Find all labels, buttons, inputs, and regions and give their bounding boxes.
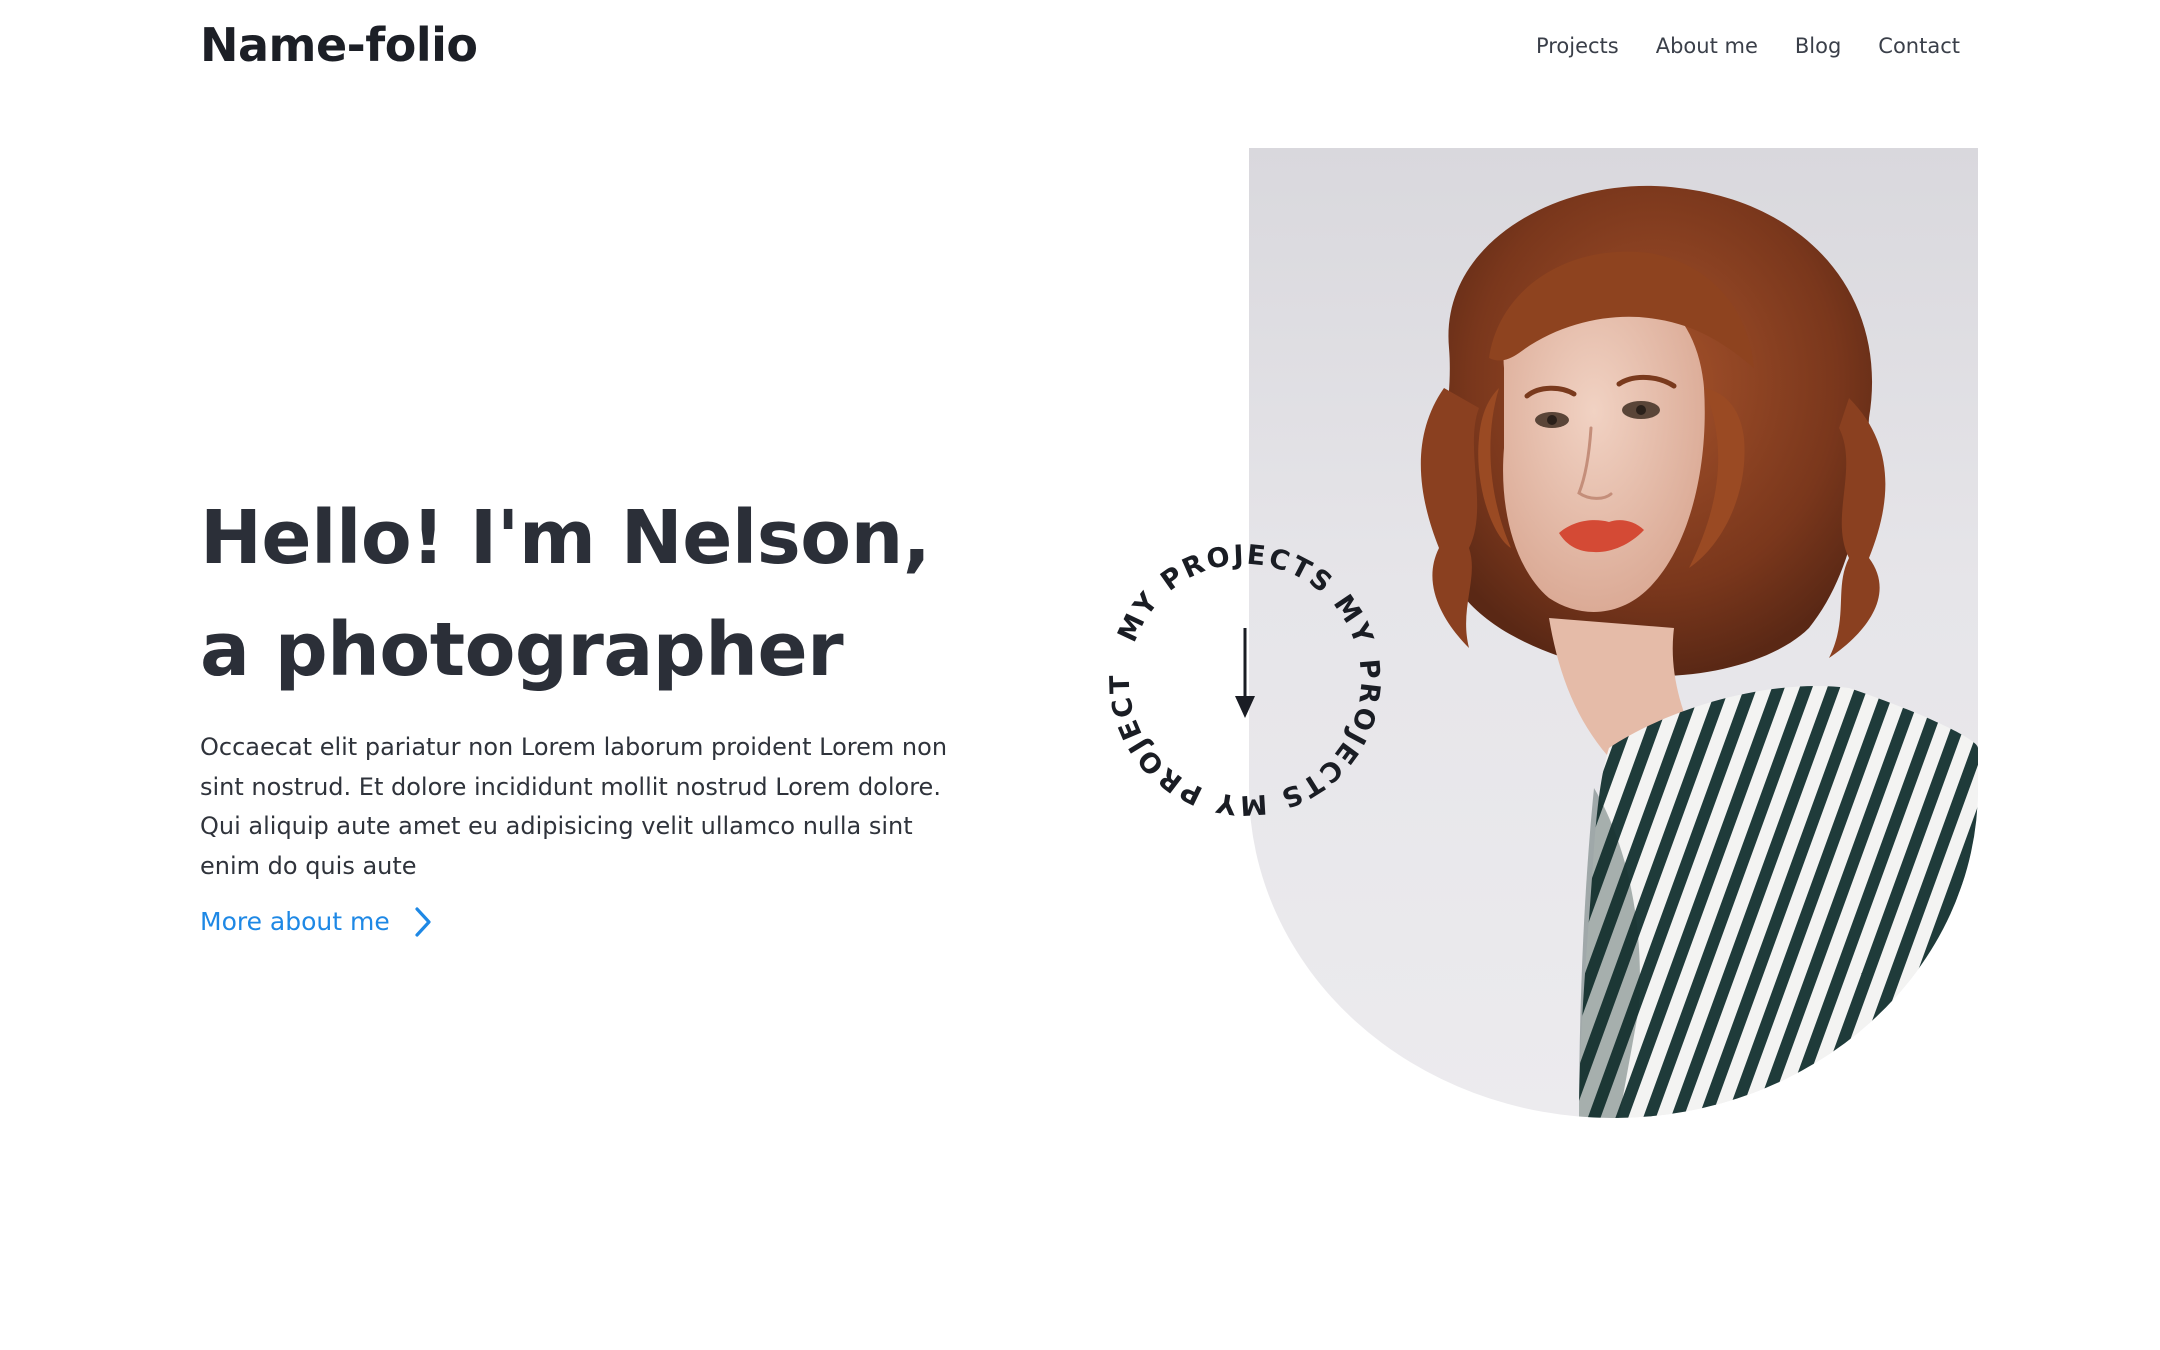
more-about-me-label: More about me: [200, 907, 390, 936]
badge-text: MY PROJECTS: [1275, 589, 1386, 814]
arrow-down-icon: [1235, 628, 1255, 718]
badge-text: MY PROJECTS: [1112, 540, 1339, 647]
badge-segment-1: MY PROJECTS: [1112, 540, 1337, 647]
site-logo[interactable]: Name-folio: [200, 14, 478, 76]
hero-title: Hello! I'm Nelson, a photographer: [200, 482, 931, 706]
hero-title-line-1: Hello! I'm Nelson,: [200, 495, 931, 581]
nav-link-projects[interactable]: Projects: [1536, 30, 1619, 62]
hero-description: Occaecat elit pariatur non Lorem laborum…: [200, 733, 948, 880]
nav-link-about-me[interactable]: About me: [1656, 30, 1758, 62]
more-about-me-link[interactable]: More about me: [200, 904, 434, 940]
nav-link-blog[interactable]: Blog: [1795, 30, 1841, 62]
my-projects-badge[interactable]: MY PROJECTS MY PROJECTS MY PROJECTS: [1094, 516, 1386, 821]
main-nav: Projects About me Blog Contact: [1536, 30, 1960, 62]
chevron-right-icon: [412, 904, 434, 940]
badge-segment-2: MY PROJECTS: [1275, 589, 1383, 814]
nav-link-contact[interactable]: Contact: [1878, 30, 1960, 62]
hero-title-line-2: a photographer: [200, 607, 844, 693]
